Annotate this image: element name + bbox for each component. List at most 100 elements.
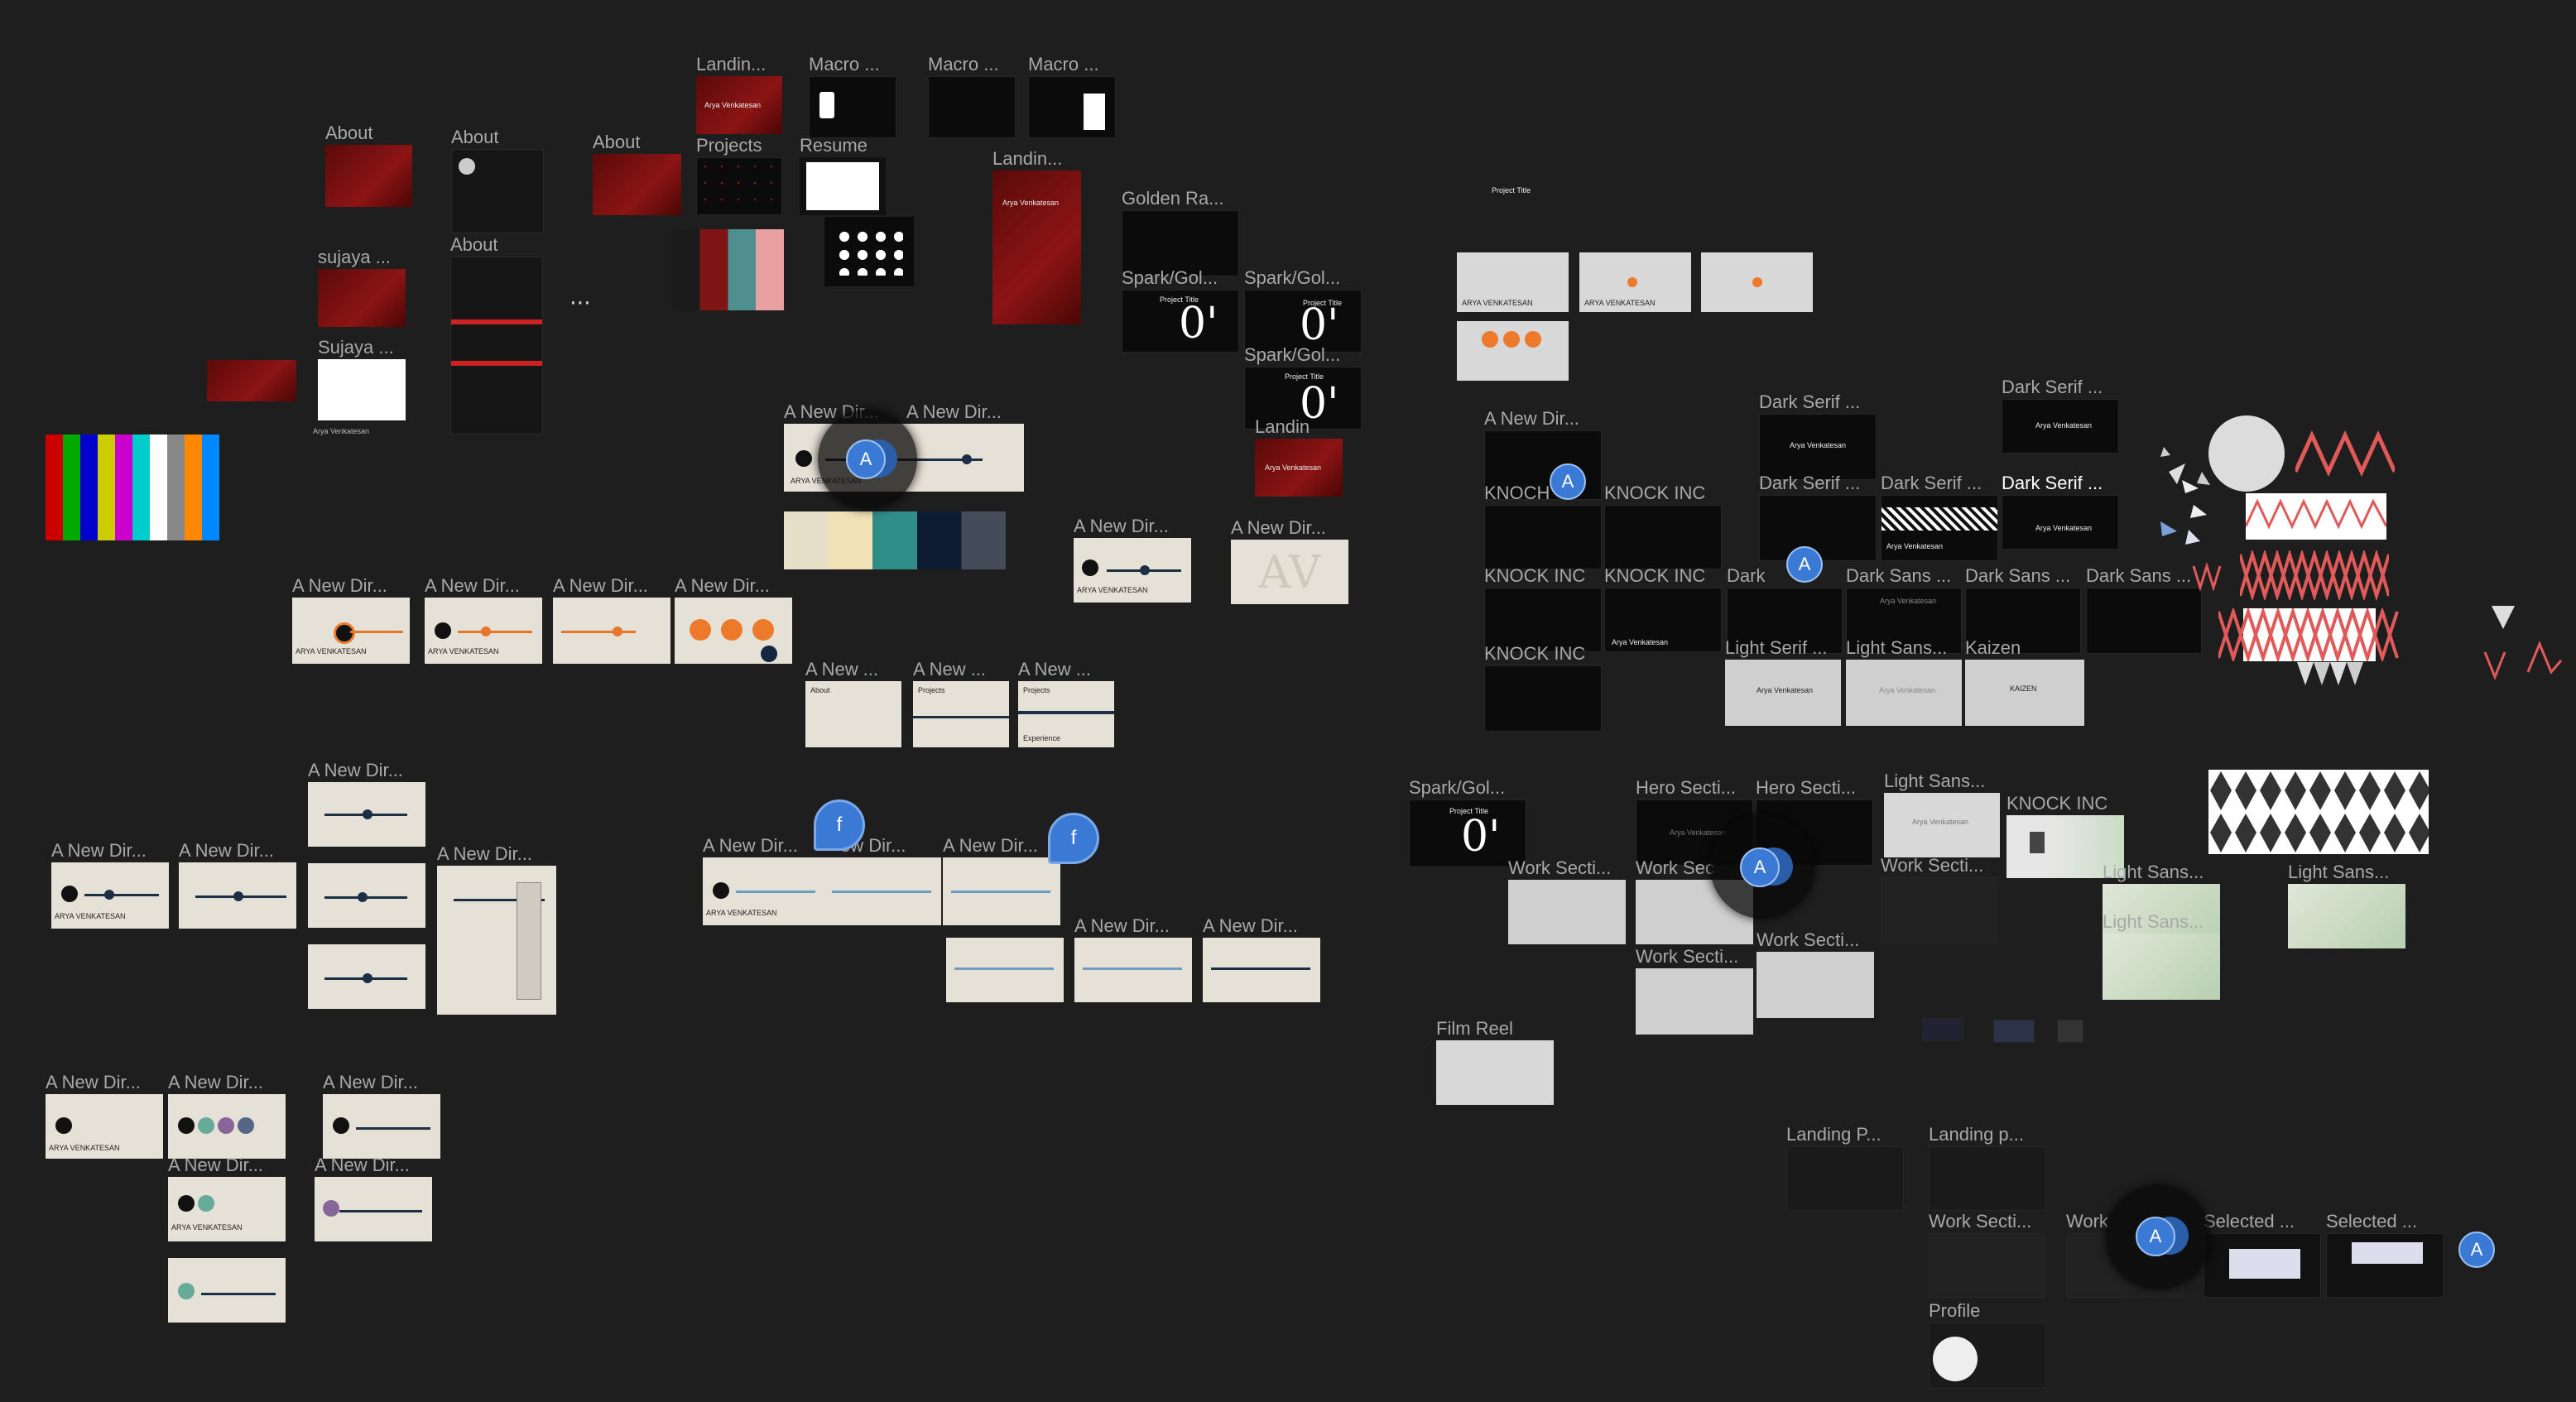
frame-av-2[interactable]: ARYA VENKATESAN xyxy=(1579,252,1691,312)
frame-swatches[interactable] xyxy=(672,229,784,310)
frame-av-3[interactable] xyxy=(1701,252,1813,312)
frame-new-dir-m1[interactable]: A New Dir... ARYA VENKATESAN xyxy=(703,836,824,925)
frame-red-strip[interactable] xyxy=(207,360,296,401)
frame-golden[interactable]: Golden Ra... xyxy=(1122,189,1239,276)
thumb-1[interactable] xyxy=(1922,1018,1963,1041)
frame-new-dir-m3[interactable]: A New Dir... xyxy=(943,836,1060,925)
frame-light-sans-1[interactable]: Light Sans... Arya Venkatesan xyxy=(1846,638,1962,726)
frame-new-dir-l6[interactable]: A New Dir... xyxy=(437,844,556,1015)
comment-pin-f[interactable]: f xyxy=(814,799,865,851)
design-canvas[interactable]: About About About About sujaya ... Sujay… xyxy=(0,0,2576,1402)
thumb-3[interactable] xyxy=(2057,1020,2083,1043)
frame-new-dir-l2[interactable] xyxy=(308,863,425,928)
frame-light-sans-c[interactable]: Light Sans... xyxy=(2288,862,2405,948)
frame-macro-2[interactable]: Macro ... xyxy=(928,55,1016,138)
frame-new-dir-l3[interactable] xyxy=(308,944,425,1009)
frame-new-dir-m4[interactable] xyxy=(946,938,1064,1002)
frame-new-dir-b5[interactable]: A New Dir... xyxy=(315,1155,432,1241)
frame-projects[interactable]: Projects xyxy=(696,136,782,215)
frame-dot-grid[interactable] xyxy=(824,217,914,286)
frame-about-4[interactable]: About xyxy=(450,235,543,435)
collaborator-cursor-a[interactable]: A xyxy=(2458,1232,2495,1268)
zigzag-art-1[interactable] xyxy=(2293,430,2397,478)
frame-work-1[interactable]: Work Secti... xyxy=(1508,858,1626,944)
frame-about-2[interactable]: About xyxy=(451,127,544,233)
right-edge-shapes[interactable] xyxy=(2478,603,2569,694)
frame-new-dir-b3[interactable]: A New Dir... xyxy=(323,1073,440,1159)
frame-new-dir-b6[interactable] xyxy=(168,1258,286,1323)
frame-new-dir-l5[interactable]: A New Dir... xyxy=(179,841,296,929)
frame-about-1[interactable]: About xyxy=(325,123,412,207)
frame-dark-sans-3[interactable]: Dark Sans ... xyxy=(2086,566,2202,654)
frame-av-1[interactable]: ARYA VENKATESAN xyxy=(1457,252,1569,312)
comment-pin-f[interactable]: f xyxy=(1048,813,1099,864)
red-squiggle[interactable] xyxy=(2192,561,2222,593)
frame-about-3[interactable]: About xyxy=(593,132,681,215)
frame-knock-2[interactable]: KNOCK INC xyxy=(1604,483,1722,569)
frame-landing-1[interactable]: Landin... Arya Venkatesan xyxy=(696,55,782,134)
thumb-2[interactable] xyxy=(1993,1020,2035,1043)
frame-work-5[interactable]: Work Secti... xyxy=(1757,930,1874,1018)
frame-work-4[interactable]: Work Secti... xyxy=(1636,947,1753,1035)
frame-work-6[interactable]: Work Secti... xyxy=(1929,1212,2046,1298)
frame-new-dir-o1[interactable]: A New Dir... ARYA VENKATESAN xyxy=(292,576,410,664)
frame-new-dir-o3[interactable]: A New Dir... xyxy=(553,576,670,664)
frame-landing-3[interactable]: Landin Arya Venkatesan xyxy=(1255,417,1343,497)
frame-new-short-1[interactable]: A New ... About xyxy=(805,660,901,747)
frame-knock-1[interactable]: KNOCH xyxy=(1484,483,1602,569)
frame-landing-p2[interactable]: Landing p... xyxy=(1929,1125,2046,1211)
collaborator-cursor-a[interactable]: A xyxy=(1710,814,1814,919)
frame-selected-2[interactable]: Selected ... xyxy=(2326,1212,2444,1298)
frame-new-dir-b2[interactable]: A New Dir... xyxy=(168,1073,286,1159)
frame-light-serif[interactable]: Light Serif ... Arya Venkatesan xyxy=(1725,638,1841,726)
frame-new-dir-m5[interactable]: A New Dir... xyxy=(1074,916,1192,1002)
collaborator-cursor-a[interactable]: A xyxy=(1550,463,1586,500)
frame-new-dir-b1[interactable]: A New Dir... ARYA VENKATESAN xyxy=(46,1073,163,1159)
frame-sujaya-1[interactable]: sujaya ... xyxy=(318,247,406,327)
frame-color-bars[interactable] xyxy=(46,435,219,540)
collaborator-cursor-a[interactable]: A xyxy=(818,410,917,509)
frame-macro-1[interactable]: Macro ... xyxy=(809,55,896,138)
zigzag-art-2[interactable] xyxy=(2246,493,2386,540)
frame-new-dir-b[interactable]: A New Dir... ARYA VENKATESAN xyxy=(1074,516,1191,603)
frame-new-short-3[interactable]: A New ... Projects Experience xyxy=(1018,660,1114,747)
frame-new-dir-b4[interactable]: A New Dir... ARYA VENKATESAN xyxy=(168,1155,286,1241)
frame-dark-serif-5[interactable]: Dark Serif ... Arya Venkatesan xyxy=(2002,473,2119,550)
frame-knock-5[interactable]: KNOCK INC xyxy=(1484,644,1602,732)
frame-landing-2[interactable]: Landin... Arya Venkatesan xyxy=(992,149,1081,324)
frame-palette[interactable] xyxy=(784,511,1006,569)
frame-resume[interactable]: Resume xyxy=(800,136,886,215)
collaborator-cursor-a[interactable]: A xyxy=(1786,546,1823,583)
frame-dark-serif-1[interactable]: Dark Serif ... Arya Venkatesan xyxy=(1759,392,1877,480)
frame-new-dir-m2[interactable]: ew Dir... xyxy=(824,836,941,925)
crystal-shapes[interactable] xyxy=(2152,439,2227,555)
frame-kaizen[interactable]: Kaizen KAIZEN xyxy=(1965,638,2084,726)
frame-new-dir-l1[interactable]: A New Dir... xyxy=(308,761,425,847)
frame-knock-4[interactable]: KNOCK INC Arya Venkatesan xyxy=(1604,566,1722,652)
frame-new-dir-o2[interactable]: A New Dir... ARYA VENKATESAN xyxy=(425,576,542,664)
frame-spark-2[interactable]: Spark/Gol... Project Title 0' xyxy=(1244,268,1362,353)
frame-landing-p1[interactable]: Landing P... xyxy=(1786,1125,1904,1211)
frame-av-4[interactable] xyxy=(1457,321,1569,381)
zigzag-art-3[interactable] xyxy=(2238,549,2391,602)
frame-light-sans-2[interactable]: Light Sans... Arya Venkatesan xyxy=(1884,771,2000,857)
frame-project-title[interactable]: Project Title xyxy=(1457,178,1564,244)
frame-new-short-2[interactable]: A New ... Projects xyxy=(913,660,1009,747)
frame-new-dir-o4[interactable]: A New Dir... xyxy=(675,576,792,664)
frame-work-3[interactable]: Work Secti... xyxy=(1881,856,1998,943)
frame-spark-1[interactable]: Spark/Gol... Project Title 0' xyxy=(1122,268,1239,353)
frame-dark-serif-4[interactable]: Dark Serif ... Arya Venkatesan xyxy=(2002,377,2119,454)
frame-film-reel[interactable]: Film Reel xyxy=(1436,1019,1554,1105)
frame-new-dir-c[interactable]: A New Dir... AV xyxy=(1231,518,1348,604)
argyle-art[interactable] xyxy=(2208,770,2429,854)
frame-sujaya-2[interactable]: Sujaya ... Arya Venkatesan xyxy=(313,338,406,435)
triangles-art[interactable] xyxy=(2297,662,2363,685)
frame-new-dir-l4[interactable]: A New Dir... ARYA VENKATESAN xyxy=(51,841,169,929)
frame-dark-serif-3[interactable]: Dark Serif ... Arya Venkatesan xyxy=(1881,473,1998,561)
frame-selected-1[interactable]: Selected ... xyxy=(2204,1212,2321,1298)
frame-light-sans-b[interactable]: Light Sans... xyxy=(2103,912,2220,1000)
frame-macro-3[interactable]: Macro ... xyxy=(1028,55,1116,138)
zigzag-art-4[interactable] xyxy=(2217,606,2409,664)
frame-profile[interactable]: Profile xyxy=(1929,1301,2046,1389)
collaborator-cursor-a[interactable]: A xyxy=(2106,1185,2210,1289)
